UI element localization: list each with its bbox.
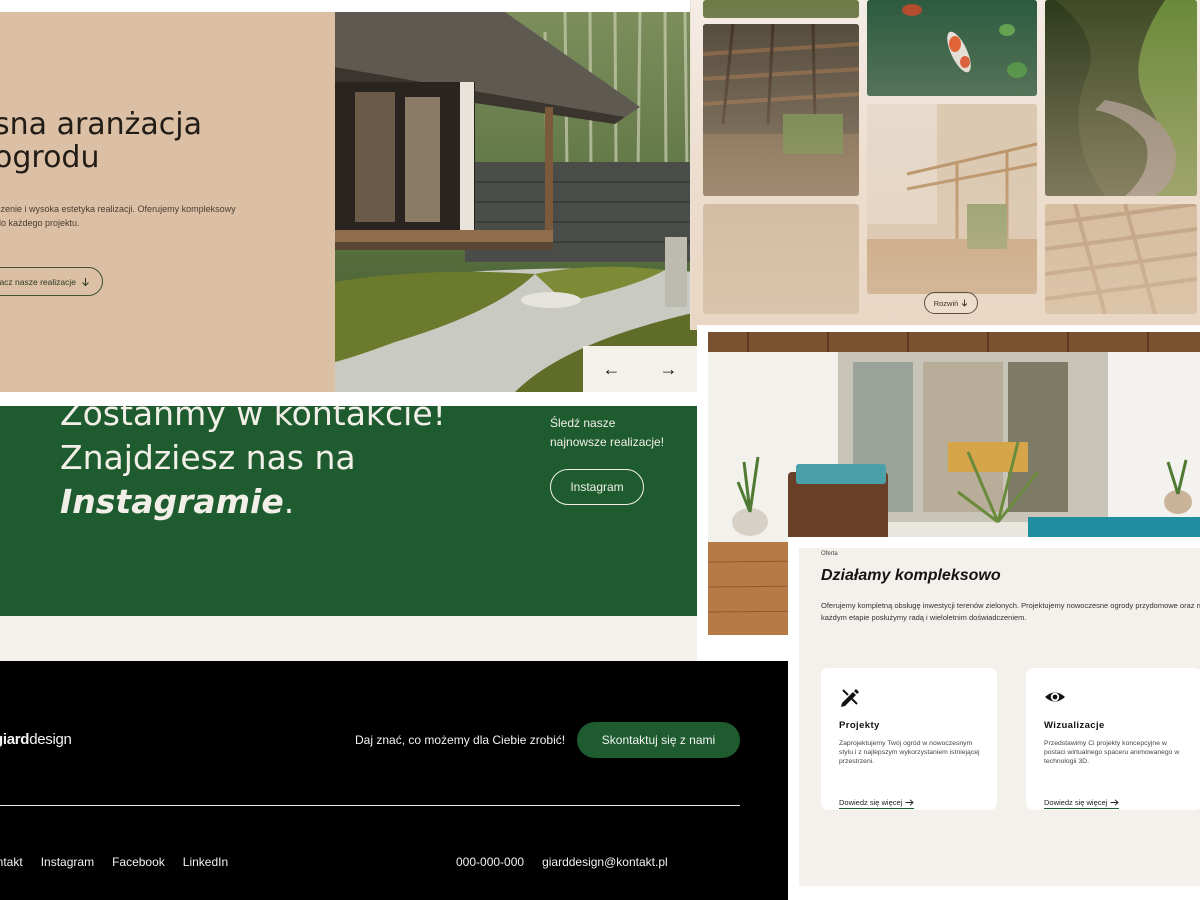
service-card-visualizations[interactable]: Wizualizacje Przedstawimy Ci projekty ko…	[1026, 668, 1200, 810]
footer-phone[interactable]: 000-000-000	[456, 855, 524, 869]
hero-desc-line1: czenie i wysoka estetyka realizacji. Ofe…	[0, 204, 236, 214]
instagram-heading-line2: Znajdziesz nas na	[60, 438, 356, 477]
expand-gallery-button[interactable]: Rozwiń	[924, 292, 978, 314]
hero-section: sna aranżacja ogrodu czenie i wysoka est…	[0, 12, 697, 392]
pencil-ruler-icon	[841, 689, 859, 707]
japanese-garden-photo	[335, 12, 697, 392]
gallery-image-garden-path	[1045, 0, 1197, 196]
service-card-projects[interactable]: Projekty Zaprojektujemy Twój ogród w now…	[821, 668, 997, 810]
eye-icon	[1045, 692, 1065, 702]
footer-link-contact[interactable]: ontakt	[0, 855, 23, 869]
see-projects-button[interactable]: acz nasze realizacje	[0, 267, 103, 296]
gallery-image-planter	[703, 204, 859, 314]
footer-cta-text: Daj znać, co możemy dla Ciebie zrobić!	[355, 733, 566, 747]
offer-kicker: Oferta	[821, 551, 838, 557]
hero-title-line1: sna aranżacja	[0, 107, 203, 142]
arrow-down-icon	[961, 299, 968, 307]
instagram-follow-line2: najnowsze realizacje!	[550, 435, 665, 449]
arrow-down-icon	[82, 277, 89, 286]
service-title: Projekty	[839, 720, 880, 731]
arrow-left-icon: ←	[602, 358, 621, 379]
see-projects-label: acz nasze realizacje	[0, 276, 76, 287]
learn-more-link[interactable]: Dowiedz się więcej	[839, 798, 915, 809]
brand-logo[interactable]: giarddesign	[0, 731, 72, 748]
footer-nav: ontakt Instagram Facebook LinkedIn	[0, 855, 228, 869]
offer-title: Działamy kompleksowo	[821, 567, 1001, 584]
hero-title-line2: ogrodu	[0, 140, 100, 175]
arrow-right-icon	[905, 799, 915, 806]
instagram-heading: Zostańmy w kontakcie! Znajdziesz nas na …	[60, 406, 446, 524]
instagram-heading-end: .	[283, 482, 295, 521]
arrow-right-icon: →	[659, 358, 678, 379]
instagram-heading-emph: Instagramie	[60, 482, 284, 521]
service-title: Wizualizacje	[1044, 720, 1105, 731]
gallery-section	[690, 0, 1200, 330]
instagram-button[interactable]: Instagram	[550, 469, 644, 505]
gallery-image-lawn	[703, 0, 859, 18]
footer-link-linkedin[interactable]: LinkedIn	[183, 855, 228, 869]
next-slide-button[interactable]: →	[640, 346, 697, 392]
footer: giarddesign Daj znać, co możemy dla Cieb…	[0, 661, 790, 900]
footer-email[interactable]: giarddesign@kontakt.pl	[542, 855, 668, 869]
slider-controls: ← →	[583, 346, 697, 392]
arrow-right-icon	[1110, 799, 1120, 806]
footer-link-instagram[interactable]: Instagram	[41, 855, 94, 869]
section-spacer	[0, 616, 697, 661]
expand-gallery-label: Rozwiń	[933, 298, 959, 308]
gallery-image-terrace	[867, 104, 1037, 294]
service-description: Przedstawimy Ci projekty koncepcyjne w p…	[1044, 740, 1180, 765]
instagram-section: Zostańmy w kontakcie! Znajdziesz nas na …	[0, 406, 697, 616]
hero-title: sna aranżacja ogrodu	[0, 108, 202, 174]
learn-more-link[interactable]: Dowiedz się więcej	[1044, 798, 1120, 809]
hero-description: czenie i wysoka estetyka realizacji. Ofe…	[0, 202, 236, 230]
footer-divider	[0, 805, 740, 806]
instagram-follow-line1: Śledź nasze	[550, 416, 616, 430]
offer-panel: Oferta Działamy kompleksowo Oferujemy ko…	[799, 548, 1200, 886]
learn-more-label: Dowiedz się więcej	[839, 798, 903, 807]
gallery-image-wood-screen	[1045, 204, 1197, 314]
gallery-image-pergola	[703, 24, 859, 196]
service-description: Zaprojektujemy Twój ogród w nowoczesnym …	[839, 740, 980, 765]
logo-bold: giard	[0, 731, 30, 748]
prev-slide-button[interactable]: ←	[583, 346, 640, 392]
logo-rest: design	[29, 731, 72, 748]
instagram-follow-text: Śledź nasze najnowsze realizacje!	[550, 414, 680, 452]
footer-link-facebook[interactable]: Facebook	[112, 855, 165, 869]
offer-description: Oferujemy kompletną obsługę inwestycji t…	[821, 601, 1200, 622]
learn-more-label: Dowiedz się więcej	[1044, 798, 1108, 807]
footer-contact-info: 000-000-000 giarddesign@kontakt.pl	[456, 855, 668, 869]
contact-us-button[interactable]: Skontaktuj się z nami	[577, 722, 740, 758]
hero-desc-line2: do każdego projektu.	[0, 218, 80, 228]
gallery-image-koi-pond	[867, 0, 1037, 96]
offer-section: Oferta Działamy kompleksowo Oferujemy ko…	[788, 537, 1200, 900]
instagram-heading-line1: Zostańmy w kontakcie!	[60, 406, 446, 433]
